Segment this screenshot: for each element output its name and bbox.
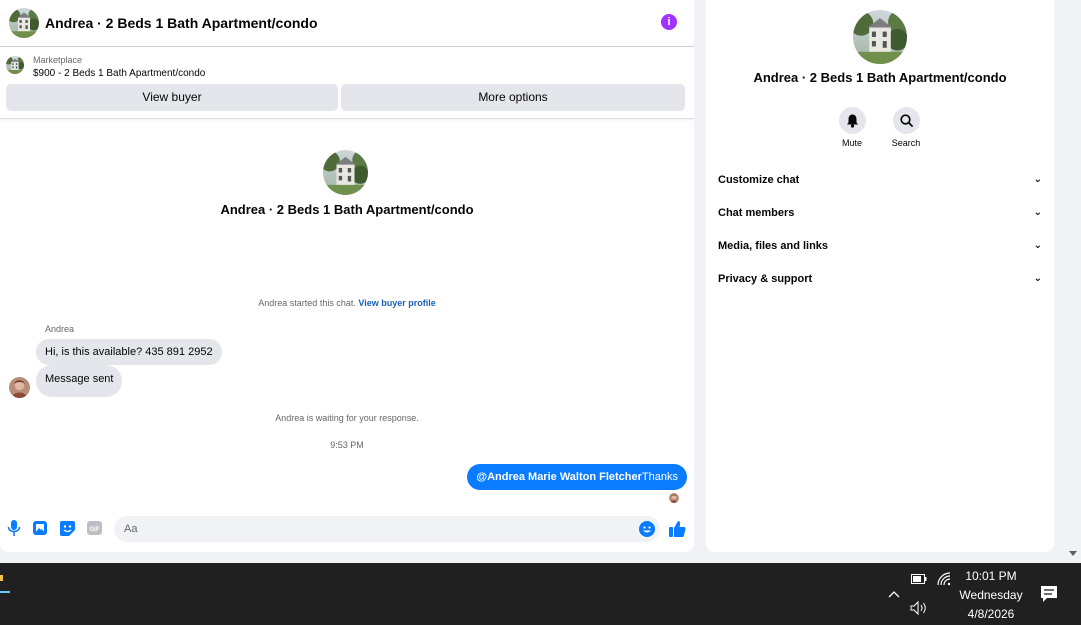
chat-info-panel: Andrea · 2 Beds 1 Bath Apartment/condo M… <box>706 0 1054 552</box>
volume-icon[interactable] <box>910 600 928 616</box>
section-label: Media, files and links <box>718 240 829 252</box>
incoming-message[interactable]: Message sent <box>36 365 123 397</box>
taskbar-app-icon[interactable] <box>0 571 10 593</box>
search-button[interactable]: Search <box>881 107 931 148</box>
info-panel-avatar[interactable] <box>853 10 907 64</box>
customize-chat-section[interactable]: Customize chat ⌄ <box>718 168 1042 192</box>
marketplace-label: Marketplace <box>33 55 83 65</box>
image-icon[interactable] <box>32 520 48 536</box>
waiting-notice: Andrea is waiting for your response. <box>275 413 419 423</box>
message-composer: GIF Aa <box>0 510 694 552</box>
listing-title[interactable]: $900 - 2 Beds 1 Bath Apartment/condo <box>33 68 205 79</box>
media-files-links-section[interactable]: Media, files and links ⌄ <box>718 234 1042 258</box>
chat-avatar[interactable] <box>9 8 39 38</box>
outgoing-message-text: Thanks <box>641 471 678 483</box>
chat-members-section[interactable]: Chat members ⌄ <box>718 201 1042 225</box>
chevron-down-icon: ⌄ <box>1033 174 1042 185</box>
more-options-button[interactable]: More options <box>341 84 685 111</box>
system-clock[interactable]: 10:01 PM Wednesday 4/8/2026 <box>955 567 1027 624</box>
message-timestamp: 9:53 PM <box>330 440 364 450</box>
privacy-support-section[interactable]: Privacy & support ⌄ <box>718 267 1042 291</box>
show-hidden-icons-chevron-icon[interactable] <box>886 587 902 603</box>
thumbs-up-icon[interactable] <box>668 520 686 538</box>
chat-title[interactable]: Andrea · 2 Beds 1 Bath Apartment/condo <box>45 15 318 31</box>
bell-icon <box>838 107 866 134</box>
chat-started-text: Andrea started this chat. <box>258 298 356 308</box>
mention-link[interactable]: @Andrea Marie Walton Fletcher <box>476 471 642 483</box>
chat-panel: Andrea · 2 Beds 1 Bath Apartment/condo i… <box>0 0 694 552</box>
chat-header: Andrea · 2 Beds 1 Bath Apartment/condo i <box>0 0 694 47</box>
section-label: Privacy & support <box>718 273 813 285</box>
conversation-title: Andrea · 2 Beds 1 Bath Apartment/condo <box>220 202 474 217</box>
clock-date: 4/8/2026 <box>967 607 1015 621</box>
view-buyer-profile-link[interactable]: View buyer profile <box>358 298 435 308</box>
clock-day: Wednesday <box>959 588 1023 602</box>
sticker-icon[interactable] <box>59 520 75 536</box>
conversation-avatar <box>323 150 368 195</box>
outgoing-message[interactable]: @Andrea Marie Walton FletcherThanks <box>467 464 687 490</box>
message-input[interactable]: Aa <box>114 516 660 542</box>
battery-icon[interactable] <box>911 573 927 585</box>
scroll-down-arrow-icon[interactable] <box>1068 548 1078 558</box>
sender-name: Andrea <box>45 324 75 334</box>
gif-icon[interactable]: GIF <box>86 520 102 536</box>
mute-button[interactable]: Mute <box>827 107 877 148</box>
marketplace-listing-bar: Marketplace $900 - 2 Beds 1 Bath Apartme… <box>0 47 694 119</box>
chevron-down-icon: ⌄ <box>1033 207 1042 218</box>
info-panel-title: Andrea · 2 Beds 1 Bath Apartment/condo <box>753 70 1007 85</box>
search-label: Search <box>891 138 921 148</box>
incoming-message[interactable]: Hi, is this available? 435 891 2952 <box>36 339 222 365</box>
chat-started-notice: Andrea started this chat. View buyer pro… <box>0 298 694 308</box>
seen-indicator-avatar <box>669 493 679 503</box>
section-label: Customize chat <box>718 174 800 186</box>
section-label: Chat members <box>718 207 795 219</box>
view-buyer-button[interactable]: View buyer <box>6 84 338 111</box>
microphone-icon[interactable] <box>6 520 22 536</box>
network-icon[interactable] <box>936 571 952 587</box>
sender-avatar[interactable] <box>9 377 30 398</box>
listing-thumbnail[interactable] <box>6 56 24 74</box>
svg-text:GIF: GIF <box>89 527 99 533</box>
search-icon <box>892 107 920 134</box>
chevron-down-icon: ⌄ <box>1033 240 1042 251</box>
emoji-icon[interactable] <box>639 521 655 537</box>
info-icon[interactable]: i <box>661 14 677 30</box>
taskbar: 10:01 PM Wednesday 4/8/2026 <box>0 563 1081 625</box>
mute-label: Mute <box>841 138 862 148</box>
clock-time: 10:01 PM <box>965 569 1017 583</box>
notifications-icon[interactable] <box>1040 585 1058 603</box>
chevron-down-icon: ⌄ <box>1033 273 1042 284</box>
